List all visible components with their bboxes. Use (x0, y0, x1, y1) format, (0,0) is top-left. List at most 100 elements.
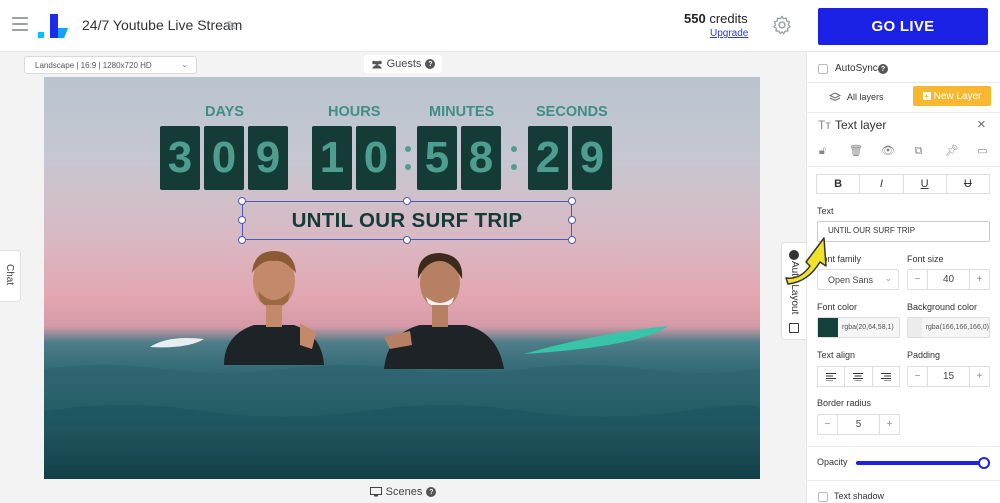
font-size-stepper[interactable]: − 40 + (907, 269, 990, 290)
edit-title-icon[interactable]: ✎ (226, 18, 237, 34)
guests-button[interactable]: Guests ? (364, 55, 442, 73)
menu-icon[interactable] (12, 17, 28, 31)
countdown-digits: 3 0 9 1 0 5 8 2 9 (44, 126, 760, 192)
decrement-button[interactable]: − (818, 415, 838, 434)
background-color-picker[interactable]: rgba(166,166,166,0) (907, 317, 990, 338)
duplicate-icon[interactable]: ⧉ (913, 146, 924, 157)
divider (806, 166, 1000, 167)
app-header: 24/7 Youtube Live Stream ✎ 550 credits U… (0, 0, 1000, 52)
text-align-group (817, 366, 900, 387)
scenes-label: Scenes (385, 486, 423, 498)
new-layer-button[interactable]: + New Layer (913, 86, 991, 106)
stream-canvas[interactable]: DAYS HOURS MINUTES SECONDS 3 0 9 1 0 5 8… (44, 77, 760, 479)
new-layer-label: New Layer (933, 90, 982, 102)
chevron-down-icon: ⌄ (181, 60, 188, 69)
strikethrough-button[interactable]: U (947, 175, 989, 193)
seconds-digit: 2 (528, 126, 568, 190)
font-size-value[interactable]: 40 (928, 270, 969, 289)
days-label: DAYS (205, 104, 244, 120)
resize-handle[interactable] (238, 236, 246, 244)
minutes-digit: 8 (461, 126, 501, 190)
surfboard-right (524, 326, 668, 354)
padding-stepper[interactable]: − 15 + (907, 366, 990, 387)
font-color-swatch (818, 318, 838, 337)
selected-text-layer[interactable]: UNTIL OUR SURF TRIP (242, 201, 572, 240)
stream-title[interactable]: 24/7 Youtube Live Stream (82, 17, 242, 33)
minutes-digit: 5 (417, 126, 457, 190)
all-layers-button[interactable]: All layers (829, 90, 899, 104)
seconds-digit: 9 (572, 126, 612, 190)
italic-button[interactable]: I (860, 175, 904, 193)
text-align-label: Text align (817, 350, 856, 360)
chevron-down-icon: ⌄ (884, 273, 892, 283)
text-input[interactable]: UNTIL OUR SURF TRIP (817, 221, 990, 242)
decrement-button[interactable]: − (908, 367, 928, 386)
resize-handle[interactable] (403, 197, 411, 205)
decrement-button[interactable]: − (908, 270, 928, 289)
help-icon[interactable]: ? (426, 487, 437, 497)
hours-digit: 1 (312, 126, 352, 190)
padding-value[interactable]: 15 (928, 367, 969, 386)
time-separator (404, 138, 412, 178)
opacity-label: Opacity (817, 457, 848, 467)
divider (806, 82, 1000, 83)
resize-handle[interactable] (238, 216, 246, 224)
chat-tab[interactable]: Chat (0, 250, 21, 302)
layout-icon (789, 323, 799, 333)
resize-handle[interactable] (568, 216, 576, 224)
countdown-labels: DAYS HOURS MINUTES SECONDS (44, 104, 760, 120)
trash-icon[interactable]: 🗑︎ (849, 146, 863, 157)
time-separator (510, 138, 518, 178)
divider (806, 446, 1000, 447)
align-center-icon[interactable] (845, 367, 873, 386)
align-right-icon[interactable] (873, 367, 899, 386)
resize-handle[interactable] (403, 236, 411, 244)
increment-button[interactable]: + (969, 270, 989, 289)
minutes-label: MINUTES (429, 104, 495, 120)
go-live-button[interactable]: GO LIVE (818, 8, 988, 45)
pin-icon[interactable]: 📌︎ (945, 146, 959, 157)
plus-icon: + (922, 91, 931, 101)
font-size-label: Font size (907, 254, 944, 264)
resize-handle[interactable] (238, 197, 246, 205)
credits-value: 550 (684, 11, 706, 26)
font-color-picker[interactable]: rgba(20,64,58,1) (817, 317, 900, 338)
background-color-label: Background color (907, 302, 978, 312)
layers-icon (829, 91, 841, 101)
border-radius-stepper[interactable]: − 5 + (817, 414, 900, 435)
opacity-slider-handle[interactable] (978, 457, 990, 469)
text-type-icon: Tᴛ (818, 118, 831, 132)
resolution-select[interactable]: Landscape | 16:9 | 1280x720 HD ⌄ (24, 56, 197, 74)
increment-button[interactable]: + (879, 415, 899, 434)
text-label: Text (817, 206, 834, 216)
unlock-icon[interactable]: 🔓︎ (817, 146, 828, 157)
border-radius-value[interactable]: 5 (838, 415, 879, 434)
eye-icon[interactable]: 👁︎ (881, 146, 895, 157)
surfboard-left (150, 338, 204, 348)
opacity-slider-track[interactable] (856, 461, 984, 465)
increment-button[interactable]: + (969, 367, 989, 386)
scenes-button[interactable]: Scenes ? (366, 484, 440, 500)
background-color-value: rgba(166,166,166,0) (925, 324, 989, 331)
screen-icon[interactable]: ▭ (977, 146, 988, 157)
upgrade-link[interactable]: Upgrade (710, 28, 748, 39)
border-radius-label: Border radius (817, 398, 872, 408)
annotation-arrow (785, 237, 827, 285)
chat-label: Chat (4, 264, 15, 286)
help-icon[interactable]: ? (878, 64, 888, 74)
resize-handle[interactable] (568, 197, 576, 205)
resize-handle[interactable] (568, 236, 576, 244)
close-icon[interactable]: × (977, 116, 986, 133)
autosync-label: AutoSync (835, 63, 878, 74)
credits-display: 550 credits (684, 11, 748, 26)
align-left-icon[interactable] (818, 367, 846, 386)
text-shadow-checkbox[interactable] (818, 492, 828, 502)
settings-gear-icon[interactable] (771, 14, 793, 36)
help-icon[interactable]: ? (425, 59, 436, 69)
underline-button[interactable]: U (904, 175, 947, 193)
autosync-checkbox[interactable] (818, 64, 828, 74)
sea-waves-lower (44, 405, 760, 427)
padding-label: Padding (907, 350, 941, 360)
person-left (224, 251, 324, 365)
bold-button[interactable]: B (817, 175, 861, 193)
